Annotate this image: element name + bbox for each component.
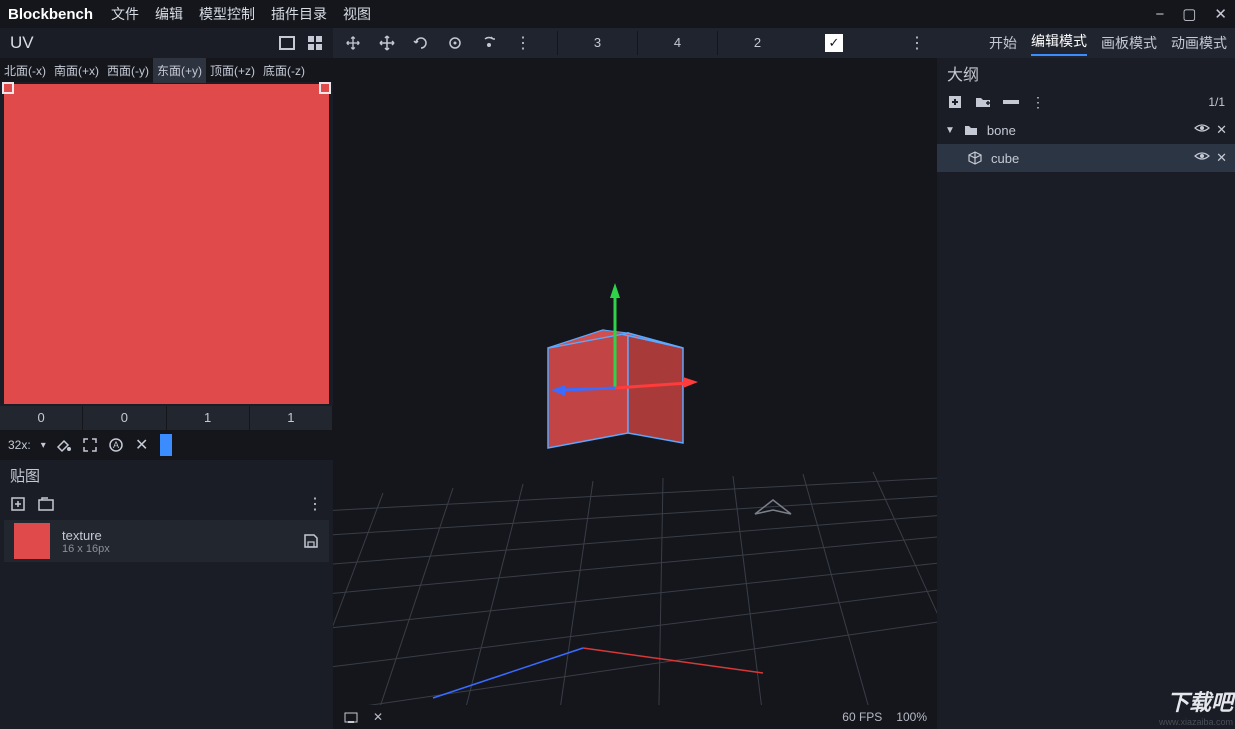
menu-file[interactable]: 文件 xyxy=(111,4,139,24)
clear-icon[interactable]: ✕ xyxy=(134,437,150,453)
coord-z[interactable]: 2 xyxy=(717,31,797,55)
fill-icon[interactable] xyxy=(56,437,72,453)
mode-tabs: 开始 编辑模式 画板模式 动画模式 xyxy=(989,28,1227,58)
toolbar-dots-1[interactable]: ⋮ xyxy=(515,33,531,53)
svg-text:A: A xyxy=(113,440,119,450)
face-north[interactable]: 北面(-x) xyxy=(0,58,50,83)
uv-handle-tr[interactable] xyxy=(319,82,331,94)
uv-coord-x2[interactable]: 1 xyxy=(167,406,250,430)
uv-coords: 0 0 1 1 xyxy=(0,406,333,430)
viewport-toolbar: ⋮ 3 4 2 ✓ ⋮ xyxy=(333,28,937,58)
uv-coord-y2[interactable]: 1 xyxy=(250,406,333,430)
pan-icon[interactable] xyxy=(345,35,361,51)
texture-dim: 16 x 16px xyxy=(62,543,291,555)
expand-icon[interactable] xyxy=(82,437,98,453)
expand-arrow-icon[interactable]: ▼ xyxy=(945,125,955,136)
menu-view[interactable]: 视图 xyxy=(343,4,371,24)
rotate-icon[interactable] xyxy=(413,35,429,51)
status-fps: 60 FPS xyxy=(842,710,882,724)
lock-checkbox[interactable]: ✓ xyxy=(825,34,843,52)
auto-uv-icon[interactable]: A xyxy=(108,437,124,453)
uv-fullscreen-icon[interactable] xyxy=(279,35,295,51)
outliner-item-label: bone xyxy=(987,123,1016,138)
add-texture-icon[interactable] xyxy=(10,496,26,512)
uv-grid-icon[interactable] xyxy=(307,35,323,51)
maximize-icon[interactable]: ▢ xyxy=(1182,5,1196,23)
outliner-item-cube[interactable]: cube ✕ xyxy=(937,144,1235,172)
face-east[interactable]: 东面(+y) xyxy=(153,58,206,83)
remove-icon[interactable]: ✕ xyxy=(1216,122,1227,138)
minimize-icon[interactable]: − xyxy=(1155,6,1164,23)
status-close-icon[interactable]: ✕ xyxy=(373,710,383,724)
face-west[interactable]: 西面(-y) xyxy=(103,58,153,83)
3d-viewport[interactable] xyxy=(333,58,937,705)
menu-edit[interactable]: 编辑 xyxy=(155,4,183,24)
right-panel: 大纲 ⋮ 1/1 ▼ bone ✕ cube ✕ xyxy=(937,28,1235,729)
pivot-icon[interactable] xyxy=(481,35,497,51)
mode-edit[interactable]: 编辑模式 xyxy=(1031,31,1087,56)
import-texture-icon[interactable] xyxy=(38,496,54,512)
move-icon[interactable] xyxy=(379,35,395,51)
window-controls: − ▢ ✕ xyxy=(1155,5,1227,23)
close-icon[interactable]: ✕ xyxy=(1214,5,1227,23)
uv-header: UV xyxy=(0,28,333,58)
uv-title: UV xyxy=(10,33,279,53)
uv-canvas[interactable] xyxy=(4,84,329,404)
outliner-title: 大纲 xyxy=(937,58,1235,88)
scale-icon[interactable] xyxy=(447,35,463,51)
left-panel: UV 北面(-x) 南面(+x) 西面(-y) 东面(+y) 顶面(+z) 底面… xyxy=(0,28,333,729)
titlebar: Blockbench 文件 编辑 模型控制 插件目录 视图 − ▢ ✕ xyxy=(0,0,1235,28)
texture-name: texture xyxy=(62,528,291,543)
texture-panel-title: 贴图 xyxy=(0,460,333,490)
menu-model[interactable]: 模型控制 xyxy=(199,4,255,24)
menu-plugins[interactable]: 插件目录 xyxy=(271,4,327,24)
screenshot-icon[interactable] xyxy=(343,709,359,725)
uv-face-tabs: 北面(-x) 南面(+x) 西面(-y) 东面(+y) 顶面(+z) 底面(-z… xyxy=(0,58,333,82)
folder-icon xyxy=(963,122,979,138)
uv-toolbar: 32x: ▾ A ✕ xyxy=(0,430,333,460)
outliner-item-bone[interactable]: ▼ bone ✕ xyxy=(937,116,1235,144)
visibility-icon[interactable] xyxy=(1194,122,1210,138)
coord-x[interactable]: 3 xyxy=(557,31,637,55)
app-name: Blockbench xyxy=(8,6,93,23)
color-chip[interactable] xyxy=(160,434,172,456)
uv-coord-y1[interactable]: 0 xyxy=(83,406,166,430)
outliner-toolbar: ⋮ 1/1 xyxy=(937,88,1235,116)
mode-paint[interactable]: 画板模式 xyxy=(1101,33,1157,53)
watermark: 下载吧 www.xiazaiba.com xyxy=(1159,685,1233,727)
save-texture-icon[interactable] xyxy=(303,533,319,549)
chevron-down-icon[interactable]: ▾ xyxy=(41,440,46,451)
add-folder-icon[interactable] xyxy=(975,94,991,110)
mode-start[interactable]: 开始 xyxy=(989,33,1017,53)
face-south[interactable]: 南面(+x) xyxy=(50,58,103,83)
uv-coord-x1[interactable]: 0 xyxy=(0,406,83,430)
outliner-item-label: cube xyxy=(991,151,1019,166)
toolbar-dots-2[interactable]: ⋮ xyxy=(909,33,925,53)
cube-icon xyxy=(967,150,983,166)
face-top[interactable]: 顶面(+z) xyxy=(206,58,259,83)
add-cube-icon[interactable] xyxy=(947,94,963,110)
toggle-icon[interactable] xyxy=(1003,94,1019,110)
texture-swatch xyxy=(14,523,50,559)
status-zoom: 100% xyxy=(896,710,927,724)
texture-item[interactable]: texture 16 x 16px xyxy=(4,520,329,562)
uv-handle-tl[interactable] xyxy=(2,82,14,94)
outliner-more-icon[interactable]: ⋮ xyxy=(1031,94,1045,111)
statusbar: ✕ 60 FPS 100% xyxy=(333,705,937,729)
coord-y[interactable]: 4 xyxy=(637,31,717,55)
texture-more-icon[interactable]: ⋮ xyxy=(307,494,323,514)
visibility-icon[interactable] xyxy=(1194,150,1210,166)
texture-toolbar: ⋮ xyxy=(0,490,333,518)
main-menu: 文件 编辑 模型控制 插件目录 视图 xyxy=(111,4,371,24)
mode-animate[interactable]: 动画模式 xyxy=(1171,33,1227,53)
remove-icon[interactable]: ✕ xyxy=(1216,150,1227,166)
face-bottom[interactable]: 底面(-z) xyxy=(259,58,309,83)
viewport-panel: ⋮ 3 4 2 ✓ ⋮ xyxy=(333,28,937,729)
uv-zoom[interactable]: 32x: xyxy=(8,438,31,452)
outliner-count: 1/1 xyxy=(1208,95,1225,109)
